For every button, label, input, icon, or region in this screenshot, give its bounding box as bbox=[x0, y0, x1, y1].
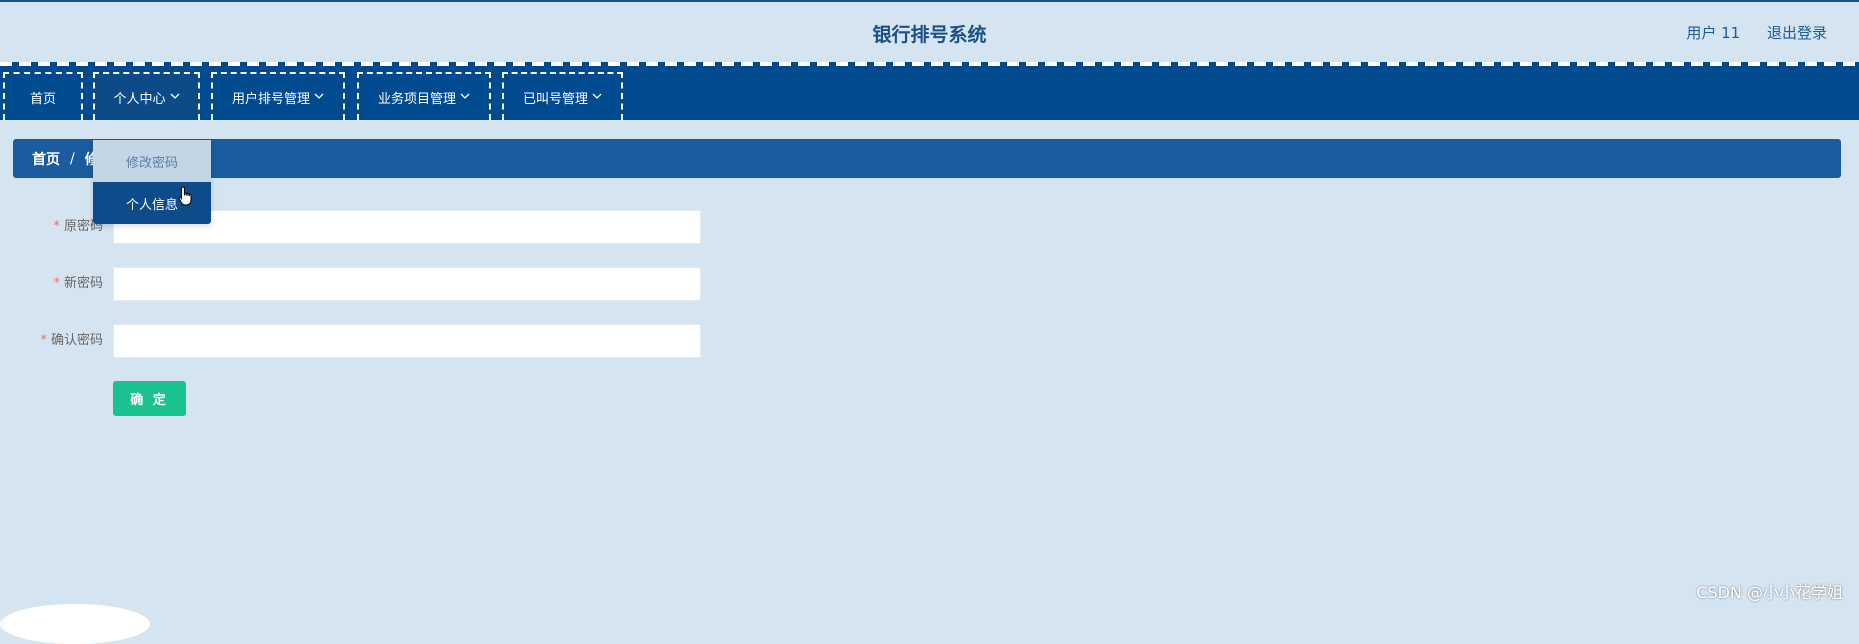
breadcrumb-home[interactable]: 首页 bbox=[32, 149, 60, 169]
chevron-down-icon bbox=[460, 92, 470, 103]
form-row-confirm-password: * 确认密码 bbox=[0, 324, 103, 358]
confirm-password-input[interactable] bbox=[113, 324, 701, 358]
form-row-new-password: * 新密码 bbox=[0, 267, 103, 301]
system-title: 银行排号系统 bbox=[872, 24, 987, 46]
watermark: CSDN @小小花学姐 bbox=[1696, 583, 1843, 602]
nav-item-called-number-management[interactable]: 已叫号管理 bbox=[502, 72, 623, 120]
nav-item-personal-center[interactable]: 个人中心 bbox=[93, 72, 200, 120]
chevron-down-icon bbox=[170, 92, 180, 103]
field-label: * 原密码 bbox=[53, 219, 103, 234]
dropdown-item-change-password[interactable]: 修改密码 bbox=[93, 140, 211, 182]
hand-cursor-icon bbox=[178, 186, 194, 210]
nav-item-business-project-management[interactable]: 业务项目管理 bbox=[357, 72, 491, 120]
breadcrumb: 首页 / 修 bbox=[13, 139, 1841, 178]
nav-item-user-queue-management[interactable]: 用户排号管理 bbox=[211, 72, 345, 120]
main-navbar: 首页 个人中心 用户排号管理 业务项目管理 已叫号管理 bbox=[0, 62, 1859, 120]
confirm-button[interactable]: 确 定 bbox=[113, 381, 186, 416]
field-label: * 新密码 bbox=[53, 276, 103, 291]
navbar-dashed-border bbox=[0, 62, 1859, 66]
nav-item-label: 业务项目管理 bbox=[377, 91, 456, 107]
nav-item-label: 首页 bbox=[29, 91, 56, 107]
logout-link[interactable]: 退出登录 bbox=[1767, 24, 1827, 42]
chevron-down-icon bbox=[314, 92, 324, 103]
required-mark: * bbox=[53, 276, 60, 291]
decorative-shape bbox=[0, 604, 150, 644]
nav-item-label: 个人中心 bbox=[113, 91, 166, 107]
required-mark: * bbox=[53, 219, 60, 234]
top-header: 银行排号系统 用户 11 退出登录 bbox=[0, 0, 1859, 62]
nav-item-home[interactable]: 首页 bbox=[3, 72, 83, 120]
username[interactable]: 用户 11 bbox=[1686, 24, 1740, 42]
user-area: 用户 11 退出登录 bbox=[1664, 22, 1827, 43]
required-mark: * bbox=[40, 333, 47, 348]
chevron-down-icon bbox=[592, 92, 602, 103]
form-row-old-password: * 原密码 bbox=[0, 210, 103, 244]
nav-item-label: 已叫号管理 bbox=[522, 91, 588, 107]
new-password-input[interactable] bbox=[113, 267, 701, 301]
personal-center-dropdown: 修改密码 个人信息 bbox=[93, 140, 211, 224]
breadcrumb-separator: / bbox=[70, 150, 75, 167]
field-label: * 确认密码 bbox=[40, 333, 103, 348]
nav-item-label: 用户排号管理 bbox=[231, 91, 310, 107]
